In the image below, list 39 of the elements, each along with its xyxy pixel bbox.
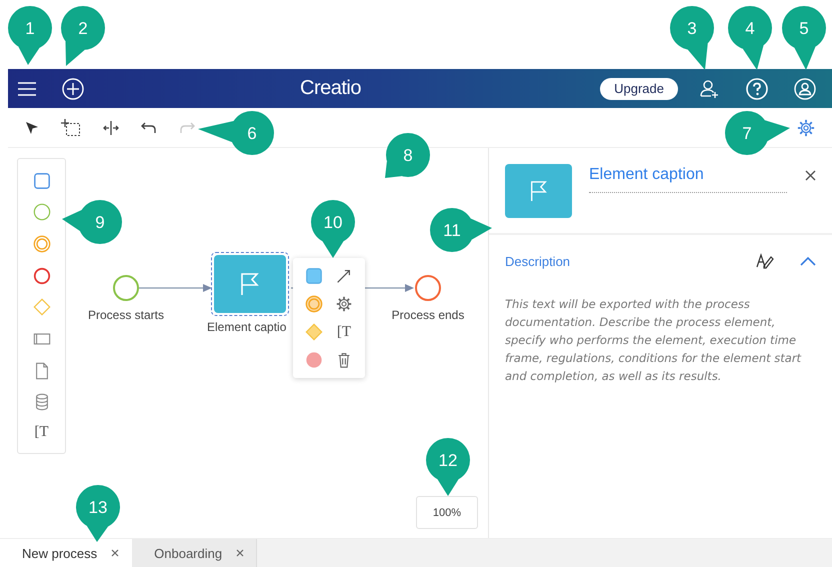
zoom-level[interactable]: 100% [416, 496, 478, 529]
start-event[interactable] [113, 275, 139, 301]
node-label: Process starts [86, 308, 166, 322]
profile-icon[interactable] [794, 78, 816, 100]
end-event[interactable] [415, 275, 441, 301]
marquee-icon[interactable] [61, 118, 81, 136]
circle-icon[interactable] [32, 266, 50, 285]
callout-marker: 8 [385, 133, 430, 178]
upgrade-button[interactable]: Upgrade [600, 78, 678, 100]
arrow-icon[interactable] [335, 267, 353, 285]
flag-icon [528, 179, 548, 203]
menu-icon[interactable] [18, 82, 36, 96]
distribute-icon[interactable] [103, 120, 119, 136]
flag-icon [239, 272, 261, 296]
node-label: Process ends [390, 308, 466, 322]
pointer-icon[interactable] [25, 120, 39, 134]
rounded-square-icon[interactable] [305, 267, 323, 285]
annotation-icon[interactable]: [T [34, 425, 49, 440]
annotation-icon[interactable]: [T [336, 324, 352, 340]
section-title[interactable]: Description [505, 254, 570, 268]
add-user-icon[interactable] [700, 78, 720, 98]
close-icon[interactable] [805, 170, 816, 181]
close-icon[interactable] [111, 549, 120, 557]
process-tab[interactable]: Onboarding [132, 539, 258, 567]
process-tab[interactable]: New process [0, 539, 132, 567]
undo-icon[interactable] [141, 122, 157, 134]
close-icon[interactable] [236, 549, 244, 557]
task-node[interactable] [211, 252, 289, 316]
settings-icon[interactable] [797, 118, 815, 136]
description-text: This text will be exported with the process documentation. Describe the process element, specify who performs the element, execution time frame, regulations, conditions for the element start and completion, as well as its results. [505, 296, 802, 385]
node-label: Element captio [207, 320, 286, 334]
chevron-icon[interactable] [800, 256, 816, 266]
add-icon[interactable] [62, 78, 84, 100]
rounded-square-icon[interactable] [32, 172, 50, 190]
caption-field[interactable]: Element caption [589, 164, 787, 193]
logo: Creatio [300, 77, 361, 100]
pen-icon[interactable] [756, 253, 774, 269]
help-icon[interactable] [746, 78, 768, 100]
gear-icon[interactable] [335, 295, 353, 313]
